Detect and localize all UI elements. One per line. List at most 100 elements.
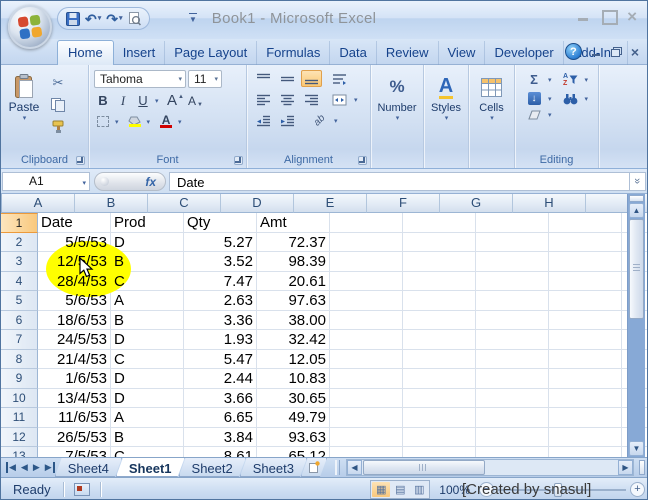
underline-button[interactable]: U [134,92,152,109]
cut-button[interactable]: ✂ [47,74,69,92]
previous-sheet-button[interactable]: ◀ [21,462,28,473]
row-header-8[interactable]: 8 [1,350,38,370]
tab-developer[interactable]: Developer [485,41,563,65]
cell-F13[interactable] [403,447,476,457]
cell-B1[interactable]: Prod [111,213,184,233]
chevron-down-icon[interactable]: ▾ [115,118,119,126]
autosum-button[interactable]: Σ [523,72,545,87]
cell-G11[interactable] [476,408,549,428]
cell-E12[interactable] [330,428,403,448]
cell-F10[interactable] [403,389,476,409]
chevron-down-icon[interactable]: ▾ [396,114,400,122]
chevron-down-icon[interactable]: ▾ [334,117,338,125]
cell-H1[interactable] [549,213,622,233]
cell-F5[interactable] [403,291,476,311]
chevron-down-icon[interactable]: ▾ [548,111,552,119]
tab-insert[interactable]: Insert [114,41,166,65]
clear-button[interactable] [523,110,545,120]
cell-C5[interactable]: 2.63 [184,291,257,311]
cell-A7[interactable]: 24/5/53 [38,330,111,350]
row-header-10[interactable]: 10 [1,389,38,409]
cell-G10[interactable] [476,389,549,409]
chevron-down-icon[interactable]: ▾ [445,114,449,122]
horizontal-split-box[interactable] [639,460,645,475]
tab-page-layout[interactable]: Page Layout [165,41,257,65]
workbook-minimize-button[interactable] [591,47,602,57]
insert-function-button[interactable]: fx [94,172,166,191]
cell-E9[interactable] [330,369,403,389]
cell-H6[interactable] [549,311,622,331]
cell-C3[interactable]: 3.52 [184,252,257,272]
fill-color-button[interactable] [126,113,144,130]
cell-F3[interactable] [403,252,476,272]
clipboard-dialog-launcher[interactable] [76,156,85,165]
tab-review[interactable]: Review [377,41,439,65]
office-button[interactable] [8,5,52,49]
sheet-tab-sheet1[interactable]: Sheet1 [116,458,185,477]
cell-B5[interactable]: A [111,291,184,311]
cell-F6[interactable] [403,311,476,331]
sheet-tab-sheet2[interactable]: Sheet2 [179,458,246,477]
cell-A5[interactable]: 5/6/53 [38,291,111,311]
cell-F12[interactable] [403,428,476,448]
cell-H11[interactable] [549,408,622,428]
borders-button[interactable] [94,113,112,130]
cell-E5[interactable] [330,291,403,311]
font-size-select[interactable]: 11▾ [188,70,222,88]
row-header-9[interactable]: 9 [1,369,38,389]
chevron-down-icon[interactable]: ▾ [155,97,159,105]
cell-D12[interactable]: 93.63 [257,428,330,448]
vertical-scroll-thumb[interactable] [629,219,644,319]
cell-H3[interactable] [549,252,622,272]
workbook-close-button[interactable]: × [631,47,639,57]
cell-G12[interactable] [476,428,549,448]
cell-C13[interactable]: 8.61 [184,447,257,457]
cell-E13[interactable] [330,447,403,457]
page-break-view-button[interactable]: ▥ [410,482,428,497]
cell-F8[interactable] [403,350,476,370]
cell-A6[interactable]: 18/6/53 [38,311,111,331]
horizontal-scroll-track[interactable] [486,460,618,475]
column-header-d[interactable]: D [221,194,294,213]
cell-H2[interactable] [549,233,622,253]
cell-H10[interactable] [549,389,622,409]
row-header-1[interactable]: 1 [1,213,38,233]
row-header-2[interactable]: 2 [1,233,38,253]
row-header-4[interactable]: 4 [1,272,38,292]
cell-B10[interactable]: D [111,389,184,409]
row-header-6[interactable]: 6 [1,311,38,331]
chevron-down-icon[interactable]: ▾ [585,95,589,103]
cell-D7[interactable]: 32.42 [257,330,330,350]
chevron-down-icon[interactable]: ▾ [147,118,151,126]
cell-E4[interactable] [330,272,403,292]
chevron-down-icon[interactable]: ▾ [585,76,589,84]
cell-B12[interactable]: B [111,428,184,448]
column-header-b[interactable]: B [75,194,148,213]
tab-view[interactable]: View [439,41,486,65]
cell-B9[interactable]: D [111,369,184,389]
cell-A3[interactable]: 12/5/53 [38,252,111,272]
cell-G5[interactable] [476,291,549,311]
cell-B13[interactable]: C [111,447,184,457]
decrease-indent-button[interactable] [253,112,274,129]
shrink-font-button[interactable]: A▼ [187,92,205,109]
cell-C10[interactable]: 3.66 [184,389,257,409]
macro-record-button[interactable] [74,483,90,496]
cell-H4[interactable] [549,272,622,292]
alignment-dialog-launcher[interactable] [358,156,367,165]
cell-F7[interactable] [403,330,476,350]
row-header-5[interactable]: 5 [1,291,38,311]
cell-H13[interactable] [549,447,622,457]
cell-C9[interactable]: 2.44 [184,369,257,389]
cell-C2[interactable]: 5.27 [184,233,257,253]
vertical-scroll-track[interactable] [628,319,645,441]
align-middle-button[interactable] [277,70,298,87]
tab-formulas[interactable]: Formulas [257,41,330,65]
cell-F11[interactable] [403,408,476,428]
cell-D10[interactable]: 30.65 [257,389,330,409]
first-sheet-button[interactable]: ◀ [6,462,16,473]
font-dialog-launcher[interactable] [234,156,243,165]
cell-H8[interactable] [549,350,622,370]
scroll-down-button[interactable]: ▼ [629,441,644,456]
cell-C4[interactable]: 7.47 [184,272,257,292]
